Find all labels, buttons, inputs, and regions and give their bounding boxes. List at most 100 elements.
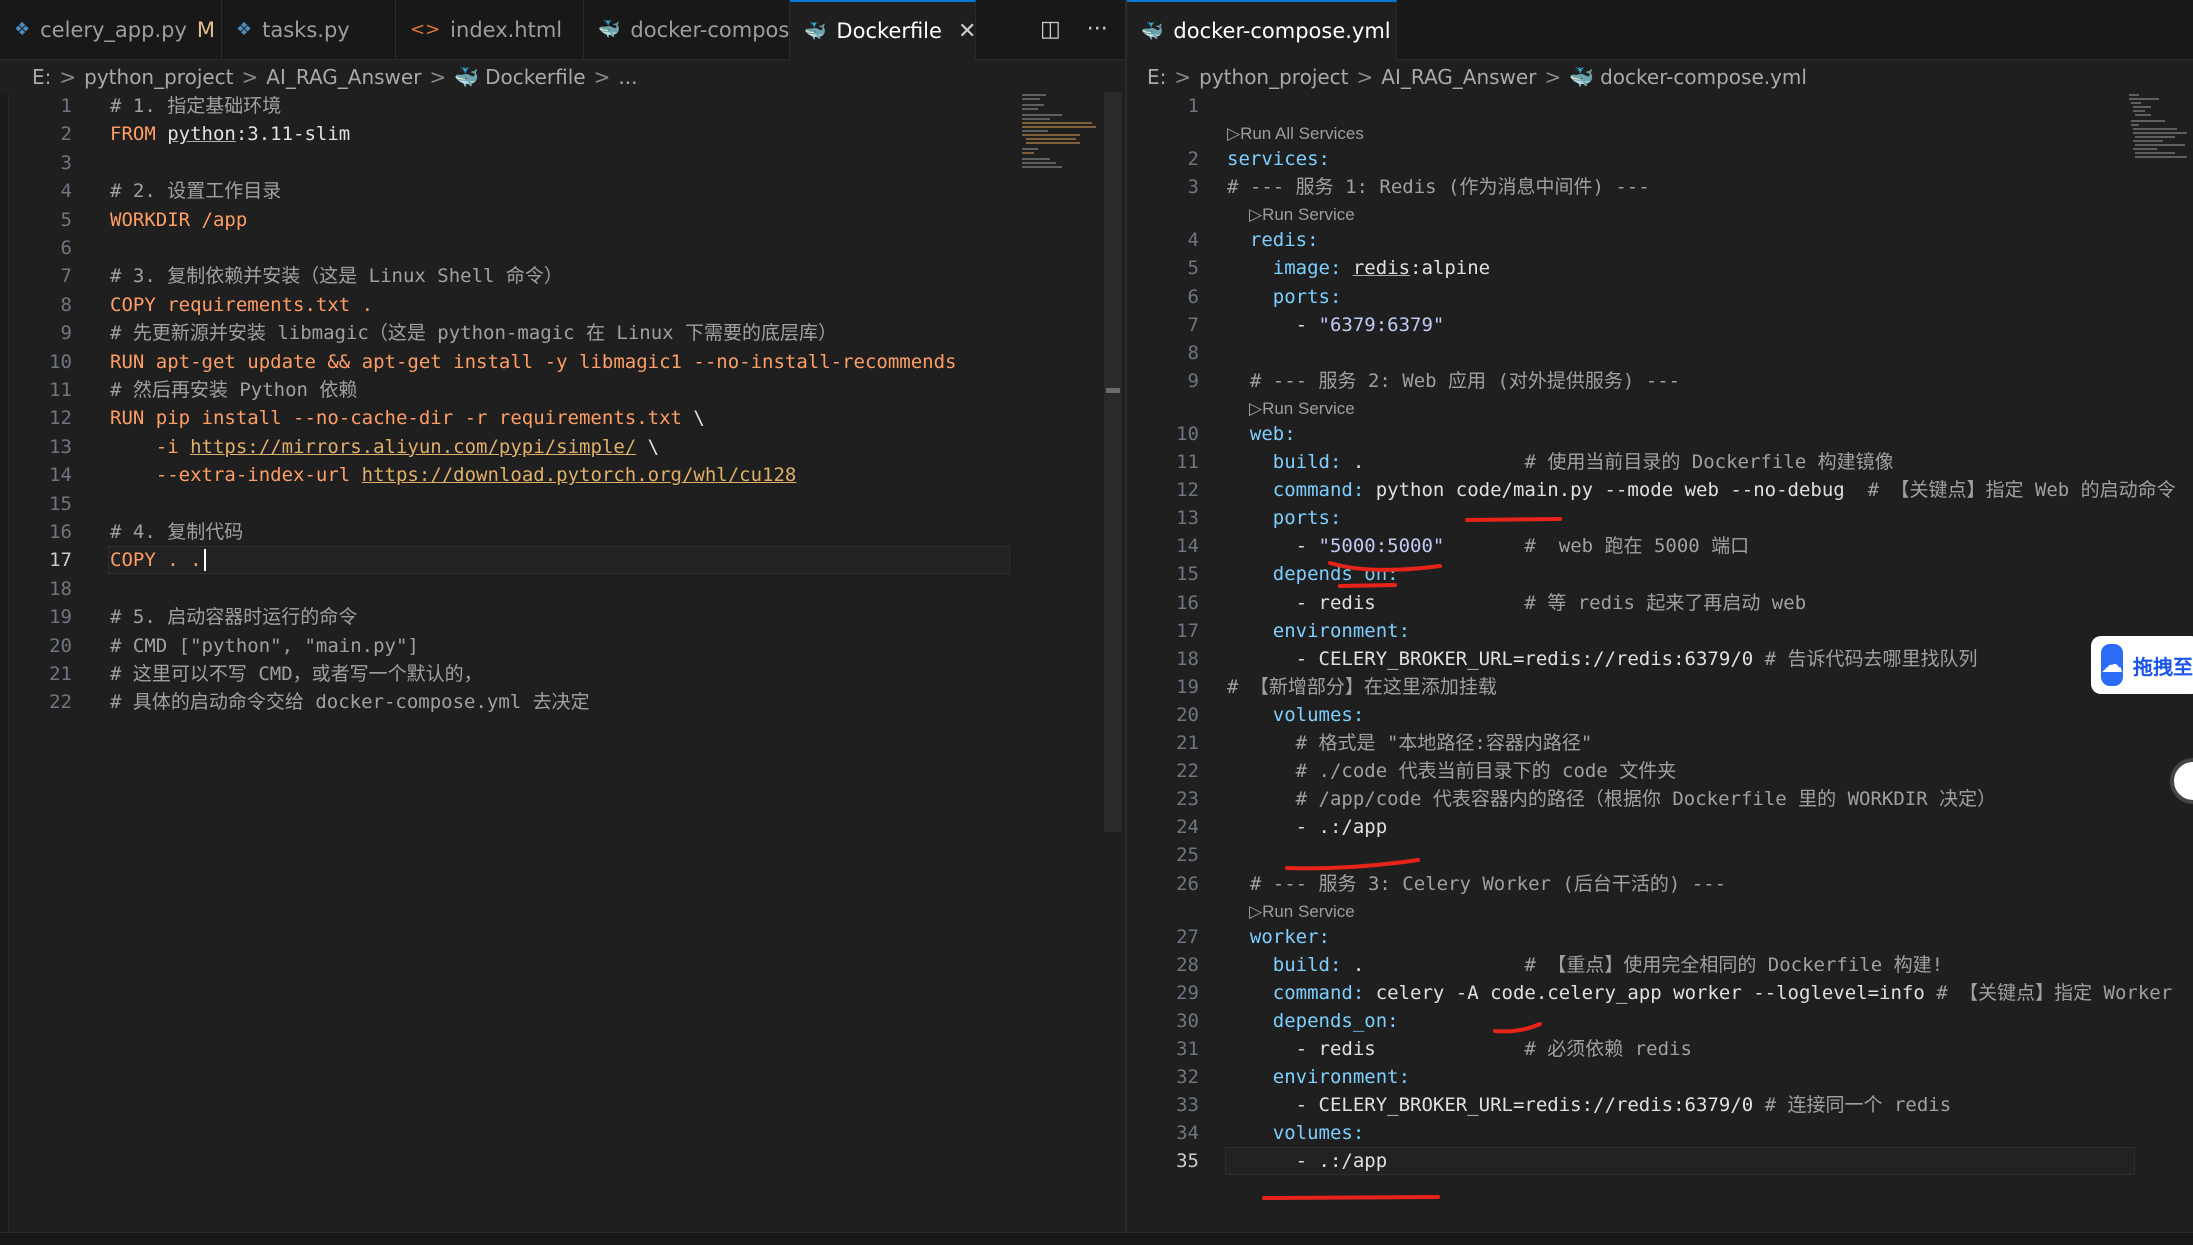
- line-text: command: celery -A code.celery_app worke…: [1227, 979, 2172, 1007]
- breadcrumb-item[interactable]: ...: [618, 65, 637, 89]
- minimap[interactable]: [1020, 92, 1098, 172]
- line-number: 11: [49, 379, 72, 401]
- line-text: # 4. 复制代码: [110, 518, 243, 546]
- code-token: # /app/code 代表容器内的路径（根据你 Dockerfile 里的 W…: [1227, 788, 1997, 811]
- codelens-run[interactable]: ▷Run Service: [1249, 204, 1355, 226]
- line-text: # 然后再安装 Python 依赖: [110, 376, 357, 404]
- line-number: 26: [1176, 872, 1199, 895]
- line-text: WORKDIR /app: [110, 206, 247, 234]
- tab-docker-compose-yml[interactable]: 🐳docker-compose.yml✕: [1127, 0, 1397, 60]
- code-token: - .:/app: [1227, 816, 1388, 839]
- chevron-right-icon: >: [429, 65, 447, 89]
- line-number: 6: [1187, 285, 1199, 308]
- tab-docker-compose-yml[interactable]: 🐳 docker-compose.yml: [584, 0, 790, 59]
- line-number: 34: [1176, 1122, 1199, 1145]
- line-number: 12: [1176, 479, 1199, 502]
- split-editor-icon[interactable]: ◫: [1040, 17, 1061, 42]
- line-number: 3: [1187, 176, 1199, 199]
- breadcrumb-item[interactable]: python_project: [84, 65, 233, 89]
- codelens-run[interactable]: ▷Run Service: [1249, 398, 1355, 420]
- tab-dockerfile[interactable]: 🐳 Dockerfile ✕: [790, 0, 976, 60]
- netdisk-upload-button[interactable]: ☁ 拖拽至此上传: [2091, 636, 2193, 694]
- current-line-highlight: [108, 546, 1010, 575]
- code-token: # --- 服务 1: Redis (作为消息中间件) ---: [1227, 176, 1650, 199]
- code-token: command:: [1227, 479, 1376, 502]
- more-actions-icon[interactable]: ···: [1087, 17, 1108, 42]
- vertical-scrollbar[interactable]: [1104, 92, 1122, 832]
- line-number: 8: [1187, 341, 1199, 364]
- close-icon[interactable]: ✕: [958, 19, 975, 44]
- line-text: -i https://mirrors.aliyun.com/pypi/simpl…: [110, 433, 659, 461]
- minimap[interactable]: [2127, 92, 2187, 172]
- breadcrumb-item[interactable]: Dockerfile: [485, 65, 586, 89]
- breadcrumb-item[interactable]: docker-compose.yml: [1600, 65, 1807, 89]
- line-number: 31: [1176, 1038, 1199, 1060]
- line-number: 25: [1176, 844, 1199, 867]
- code-token: celery -A code.celery_app worker --logle…: [1375, 981, 1937, 1004]
- line-text: command: python code/main.py --mode web …: [1227, 476, 2176, 504]
- code-token: # 具体的启动命令交给 docker-compose.yml 去决定: [110, 691, 590, 714]
- line-text: - redis # 必须依赖 redis: [1227, 1035, 1692, 1063]
- code-token: web:: [1227, 422, 1296, 445]
- code-token: - redis: [1227, 1038, 1525, 1060]
- breadcrumb-item[interactable]: AI_RAG_Answer: [266, 65, 421, 89]
- line-number: 16: [49, 521, 72, 543]
- line-number: 28: [1176, 953, 1199, 976]
- line-text: volumes:: [1227, 701, 1365, 729]
- line-text: - .:/app: [1227, 813, 1388, 841]
- breadcrumb-item[interactable]: E:: [32, 65, 51, 89]
- line-number: 4: [1187, 229, 1199, 252]
- codelens-run[interactable]: ▷Run Service: [1249, 901, 1355, 923]
- code-token: COPY requirements.txt .: [110, 293, 374, 316]
- chevron-right-icon: >: [1356, 65, 1374, 89]
- tab-index-html[interactable]: <> index.html: [396, 0, 584, 59]
- code-token: services:: [1227, 148, 1330, 171]
- line-number: 6: [60, 237, 72, 259]
- code-token: --extra-index-url: [110, 464, 362, 487]
- line-text: ports:: [1227, 283, 1342, 311]
- code-token: depends_on:: [1227, 563, 1399, 586]
- line-number: 12: [49, 407, 72, 430]
- docker-file-icon: 🐳: [1569, 65, 1595, 89]
- breadcrumb-item[interactable]: AI_RAG_Answer: [1381, 65, 1536, 89]
- line-text: FROM python:3.11-slim: [110, 120, 350, 148]
- line-text: # --- 服务 1: Redis (作为消息中间件) ---: [1227, 173, 1650, 201]
- breadcrumb-item[interactable]: python_project: [1199, 65, 1348, 89]
- code-token: python: [167, 123, 236, 146]
- code-token: # 先更新源并安装 libmagic（这是 python-magic 在 Lin…: [110, 322, 838, 345]
- breadcrumb-item[interactable]: E:: [1147, 65, 1166, 89]
- line-number: 3: [60, 151, 72, 174]
- line-number: 13: [1176, 507, 1199, 530]
- tab-tasks-py[interactable]: ❖ tasks.py: [222, 0, 396, 59]
- code-token: # 2. 设置工作目录: [110, 180, 282, 203]
- code-token: # 格式是 "本地路径:容器内路径": [1227, 732, 1593, 754]
- line-number: 32: [1176, 1066, 1199, 1089]
- code-token: # ./code 代表当前目录下的 code 文件夹: [1227, 760, 1677, 783]
- code-token: volumes:: [1227, 703, 1365, 726]
- code-token: # 【关键点】指定 Web 的启动命令: [1867, 479, 2176, 502]
- code-token: ports:: [1227, 285, 1342, 308]
- code-token: redis: [1352, 257, 1411, 280]
- line-number: 22: [49, 691, 72, 714]
- code-token: - CELERY_BROKER_URL=redis://redis:6379/0: [1227, 647, 1765, 670]
- line-number: 2: [1187, 148, 1199, 171]
- code-token: # --- 服务 2: Web 应用 (对外提供服务) ---: [1227, 369, 1681, 392]
- line-text: - CELERY_BROKER_URL=redis://redis:6379/0…: [1227, 1091, 1952, 1119]
- breadcrumb: E: > python_project > AI_RAG_Answer > 🐳 docker-…: [1127, 60, 2193, 94]
- line-number: 1: [60, 95, 72, 117]
- right-editor-pane: 🐳docker-compose.yml✕ E:>python_project>A…: [1127, 0, 2193, 1244]
- line-text: environment:: [1227, 617, 1410, 645]
- line-text: # ./code 代表当前目录下的 code 文件夹: [1227, 757, 1677, 785]
- line-number: 4: [60, 180, 72, 203]
- code-token: # 等 redis 起来了再启动 web: [1524, 591, 1807, 614]
- codelens-run[interactable]: ▷Run All Services: [1227, 123, 1364, 145]
- code-token: - redis: [1227, 591, 1525, 614]
- line-number: 2: [60, 123, 72, 146]
- line-number: 16: [1176, 591, 1199, 614]
- line-number: 33: [1176, 1094, 1199, 1117]
- tab-celery-app-py[interactable]: ❖ celery_app.py M: [0, 0, 222, 59]
- line-number: 18: [49, 577, 72, 600]
- code-token: - .:/app: [1227, 1150, 1388, 1173]
- chevron-right-icon: >: [241, 65, 259, 89]
- line-number: 5: [1187, 257, 1199, 280]
